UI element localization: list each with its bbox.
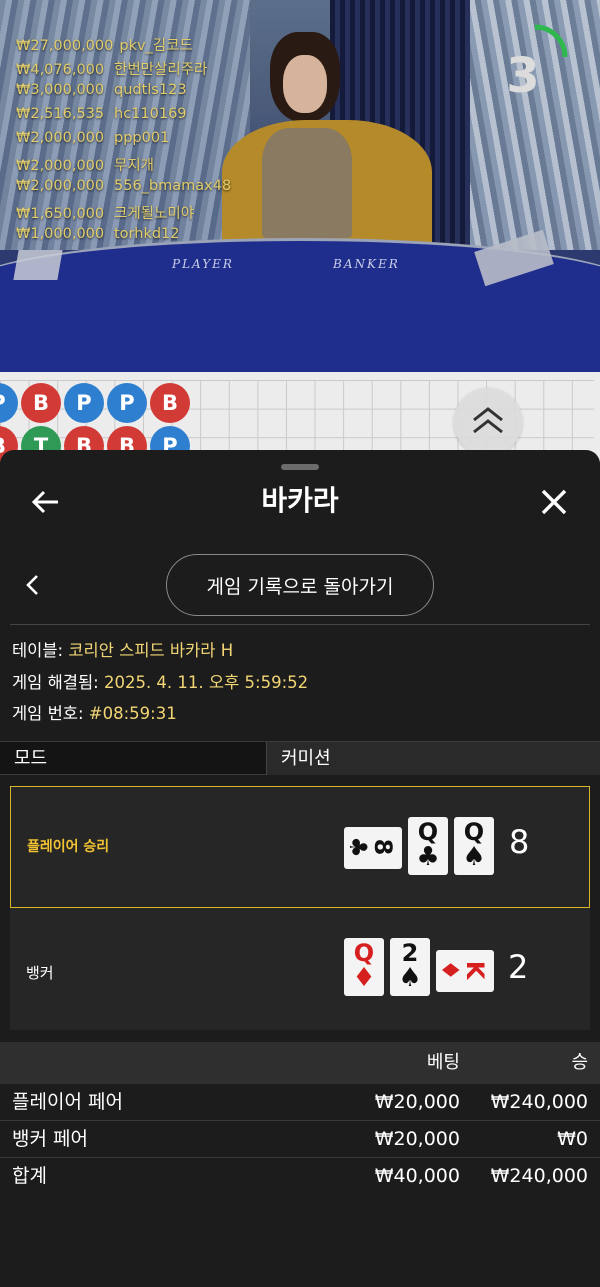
hands-result: 플레이어 승리 8 ♣ Q ♣ Q ♠ 8 뱅커 Q ♦ 2 ♠ K ♦ 2 (10, 786, 590, 1030)
playing-card: Q ♦ (344, 938, 384, 996)
info-resolved-label: 게임 해결됨: (12, 673, 104, 692)
bead-p: P (64, 383, 104, 423)
bet-name: 뱅커 페어 (12, 1128, 88, 1150)
winner-entry: ₩2,000,000 ppp001 (16, 130, 336, 154)
playing-card: 8 ♣ (344, 827, 402, 869)
winner-name: 556_bmamax48 (114, 178, 232, 194)
winners-list: ₩27,000,000 pkv_김코드 ₩4,076,000 한번만살리주라 ₩3,00… (16, 34, 336, 250)
card-suit: ♠ (462, 842, 486, 872)
card-rank: 8 (369, 838, 397, 856)
game-detail-panel: 바카라 게임 기록으로 돌아가기 테이블: 코리안 스피드 바카라 H 게임 해… (0, 450, 600, 1287)
card-suit: ♠ (398, 963, 422, 993)
player-score: 8 (509, 823, 530, 861)
drag-handle[interactable] (281, 464, 319, 470)
card-suit: ♦ (352, 963, 376, 993)
total-win: ₩240,000 (490, 1165, 588, 1187)
winner-entry: ₩2,000,000 556_bmamax48 (16, 178, 336, 202)
chevron-left-icon[interactable] (22, 570, 44, 600)
back-to-history-button[interactable]: 게임 기록으로 돌아가기 (166, 554, 434, 616)
player-hand-label: 플레이어 승리 (27, 839, 110, 855)
winner-amount: ₩2,516,535 (16, 106, 105, 122)
bead-p: P (107, 383, 147, 423)
bet-amount: ₩20,000 (374, 1091, 460, 1113)
mode-row: 모드 커미션 (0, 741, 600, 775)
banker-hand-label: 뱅커 (26, 964, 54, 982)
info-number-value: #08:59:31 (88, 704, 177, 723)
winner-amount: ₩27,000,000 (16, 38, 114, 54)
bead-b: B (21, 383, 61, 423)
mode-value: 커미션 (281, 748, 331, 769)
table-row-total: 합계 ₩40,000 ₩240,000 (0, 1158, 600, 1195)
bets-table-header: 베팅 승 (0, 1042, 600, 1084)
winner-amount: ₩2,000,000 (16, 178, 105, 194)
total-bet: ₩40,000 (374, 1165, 460, 1187)
winner-amount: ₩1,000,000 (16, 226, 105, 242)
live-video-stream: PLAYER BANKER ₩27,000,000 pkv_김코드 ₩4,076,0… (0, 0, 600, 372)
winner-name: torhkd12 (114, 226, 180, 242)
info-table-value: 코리안 스피드 바카라 H (68, 641, 234, 660)
banker-hand: 뱅커 Q ♦ 2 ♠ K ♦ 2 (10, 908, 590, 1030)
win-amount: ₩240,000 (490, 1091, 588, 1113)
felt-banker-label: BANKER (333, 257, 400, 271)
info-table-label: 테이블: (12, 641, 69, 660)
winner-entry: ₩27,000,000 pkv_김코드 (16, 34, 336, 58)
close-icon[interactable] (536, 484, 572, 520)
winner-amount: ₩3,000,000 (16, 82, 105, 98)
winner-amount: ₩4,076,000 (16, 62, 105, 78)
table-row: 플레이어 페어 ₩20,000 ₩240,000 (0, 1084, 600, 1121)
divider (10, 624, 590, 625)
playing-card: Q ♣ (408, 817, 448, 875)
table-row: 뱅커 페어 ₩20,000 ₩0 (0, 1121, 600, 1158)
felt-player-label: PLAYER (172, 257, 234, 271)
winner-name: 크게될노미야 (114, 206, 195, 222)
player-hand: 플레이어 승리 8 ♣ Q ♣ Q ♠ 8 (10, 786, 590, 908)
info-number: 게임 번호: #08:59:31 (12, 703, 177, 725)
winner-name: 무지개 (114, 158, 155, 174)
bead-road: PBPPBBTBBP (0, 372, 600, 462)
playing-card: K ♦ (436, 950, 494, 992)
bet-amount: ₩20,000 (374, 1128, 460, 1150)
winner-entry: ₩1,650,000 크게될노미야 (16, 202, 336, 226)
card-rank: K (461, 960, 489, 980)
mode-label: 모드 (14, 748, 48, 769)
bets-header-win: 승 (571, 1052, 588, 1073)
info-resolved: 게임 해결됨: 2025. 4. 11. 오후 5:59:52 (12, 672, 308, 694)
mode-value-cell: 커미션 (266, 742, 600, 775)
banker-score: 2 (508, 948, 529, 986)
winner-name: 한번만살리주라 (114, 62, 208, 78)
bets-header-bet: 베팅 (426, 1052, 460, 1073)
double-chevron-up-icon[interactable] (454, 388, 522, 456)
bet-name: 플레이어 페어 (12, 1091, 123, 1113)
winner-entry: ₩2,516,535 hc110169 (16, 106, 336, 130)
info-number-label: 게임 번호: (12, 704, 89, 723)
card-suit: ♣ (416, 842, 440, 872)
winner-entry: ₩1,000,000 torhkd12 (16, 226, 336, 250)
bead-b: B (150, 383, 190, 423)
winner-name: ppp001 (114, 130, 170, 146)
winner-amount: ₩2,000,000 (16, 130, 105, 146)
winner-amount: ₩2,000,000 (16, 158, 105, 174)
winner-entry: ₩2,000,000 무지개 (16, 154, 336, 178)
winner-name: pkv_김코드 (119, 38, 193, 54)
card-shoe-left (13, 250, 63, 280)
win-amount: ₩0 (557, 1128, 588, 1150)
winner-name: hc110169 (114, 106, 187, 122)
panel-title: 바카라 (261, 484, 339, 517)
countdown-timer: 3 (506, 48, 540, 104)
winner-name: qudtls123 (114, 82, 187, 98)
card-suit: ♣ (344, 836, 372, 858)
info-resolved-value: 2025. 4. 11. 오후 5:59:52 (103, 673, 309, 692)
info-table: 테이블: 코리안 스피드 바카라 H (12, 640, 233, 662)
total-label: 합계 (12, 1165, 47, 1187)
winner-entry: ₩3,000,000 qudtls123 (16, 82, 336, 106)
card-suit: ♦ (436, 959, 464, 981)
winner-entry: ₩4,076,000 한번만살리주라 (16, 58, 336, 82)
winner-amount: ₩1,650,000 (16, 206, 105, 222)
playing-card: Q ♠ (454, 817, 494, 875)
playing-card: 2 ♠ (390, 938, 430, 996)
